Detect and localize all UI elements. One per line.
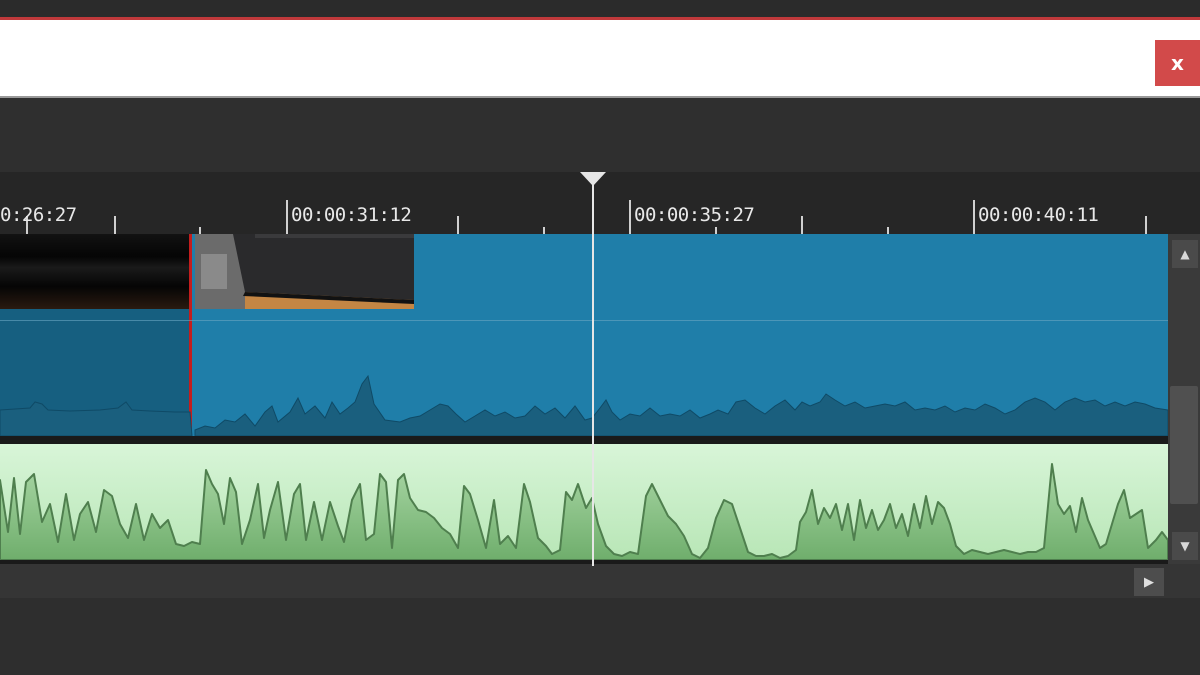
toolbar-area <box>0 98 1200 172</box>
ruler-label: 00:00:40:11 <box>978 204 1099 226</box>
footer-area <box>0 598 1200 675</box>
scroll-right-button[interactable]: ▶ <box>1134 568 1164 596</box>
playhead-handle[interactable] <box>580 172 606 186</box>
ruler-label: 00:00:31:12 <box>291 204 412 226</box>
video-audio-waveform <box>0 374 1168 436</box>
scroll-down-button[interactable]: ▼ <box>1172 532 1198 560</box>
arrow-up-icon: ▲ <box>1180 247 1190 261</box>
audio-waveform <box>0 463 1168 560</box>
search-bar[interactable] <box>0 20 1200 98</box>
close-button[interactable]: x <box>1155 40 1200 86</box>
scrollbar-thumb[interactable] <box>1170 386 1198 504</box>
window-top-strip <box>0 0 1200 17</box>
ruler-label: 0:26:27 <box>0 204 77 226</box>
arrow-down-icon: ▼ <box>1180 539 1190 553</box>
close-icon: x <box>1171 51 1184 75</box>
scroll-up-button[interactable]: ▲ <box>1172 240 1198 268</box>
arrow-right-icon: ▶ <box>1144 574 1154 590</box>
track-separator <box>0 436 1168 444</box>
ruler-label: 00:00:35:27 <box>634 204 755 226</box>
horizontal-scrollbar[interactable] <box>0 564 1200 598</box>
playhead-line <box>592 178 594 566</box>
